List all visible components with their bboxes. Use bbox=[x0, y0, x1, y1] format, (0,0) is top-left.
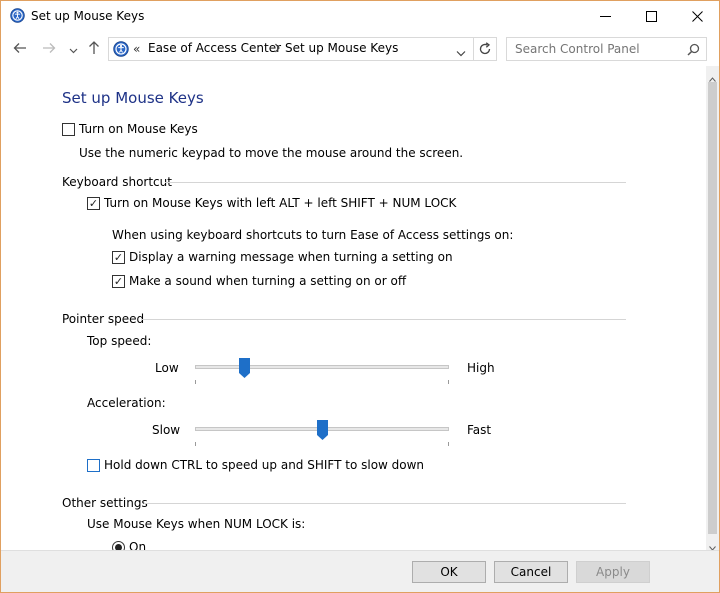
chevron-down-icon bbox=[456, 51, 466, 57]
cancel-button[interactable]: Cancel bbox=[494, 561, 568, 583]
breadcrumb-set-up-mouse-keys[interactable]: Set up Mouse Keys bbox=[285, 41, 398, 55]
search-icon[interactable] bbox=[687, 43, 700, 59]
back-button[interactable] bbox=[13, 41, 27, 58]
up-button[interactable] bbox=[87, 40, 101, 58]
recent-locations-button[interactable] bbox=[69, 44, 78, 58]
close-button[interactable] bbox=[674, 1, 720, 32]
turn-on-mouse-keys-checkbox[interactable] bbox=[62, 123, 75, 136]
address-divider bbox=[473, 38, 474, 60]
top-speed-thumb[interactable] bbox=[239, 358, 250, 378]
acceleration-slider[interactable] bbox=[195, 418, 449, 448]
top-speed-label: Top speed: bbox=[87, 334, 152, 348]
arrow-right-icon bbox=[43, 43, 56, 53]
breadcrumb-ease-of-access-center[interactable]: Ease of Access Center bbox=[148, 41, 281, 55]
close-icon bbox=[691, 11, 703, 22]
ctrl-shift-label[interactable]: Hold down CTRL to speed up and SHIFT to … bbox=[104, 458, 424, 472]
scrollbar-thumb[interactable] bbox=[708, 82, 717, 534]
pointer-speed-group-title: Pointer speed bbox=[62, 312, 145, 326]
ctrl-shift-checkbox[interactable] bbox=[87, 459, 100, 472]
arrow-left-icon bbox=[13, 43, 26, 53]
top-speed-min-label: Low bbox=[155, 361, 179, 375]
slider-tick bbox=[448, 442, 449, 446]
acceleration-max-label: Fast bbox=[467, 423, 492, 437]
acceleration-thumb[interactable] bbox=[317, 420, 328, 440]
maximize-icon bbox=[645, 11, 657, 22]
slider-tick bbox=[195, 442, 196, 446]
keyboard-shortcut-divider bbox=[165, 182, 626, 183]
slider-tick bbox=[448, 380, 449, 384]
pointer-speed-divider bbox=[141, 319, 626, 320]
numlock-on-radio[interactable] bbox=[112, 541, 125, 550]
ok-button[interactable]: OK bbox=[412, 561, 486, 583]
sound-checkbox[interactable]: ✓ bbox=[112, 275, 125, 288]
refresh-button[interactable] bbox=[478, 42, 492, 59]
numlock-on-label[interactable]: On bbox=[129, 540, 146, 550]
vertical-scrollbar[interactable] bbox=[706, 66, 719, 551]
forward-button[interactable] bbox=[42, 41, 56, 58]
ease-of-access-icon bbox=[113, 41, 129, 60]
address-bar[interactable]: « Ease of Access Center Set up Mouse Key… bbox=[108, 37, 497, 61]
title-bar: Set up Mouse Keys bbox=[1, 1, 719, 32]
arrow-up-icon bbox=[89, 41, 99, 54]
search-input[interactable] bbox=[515, 38, 685, 60]
slider-tick bbox=[195, 380, 196, 384]
sound-label[interactable]: Make a sound when turning a setting on o… bbox=[129, 274, 406, 288]
numlock-label: Use Mouse Keys when NUM LOCK is: bbox=[87, 517, 306, 531]
apply-button[interactable]: Apply bbox=[576, 561, 650, 583]
top-speed-track bbox=[195, 365, 449, 369]
acceleration-label: Acceleration: bbox=[87, 396, 166, 410]
shortcut-sub-heading: When using keyboard shortcuts to turn Ea… bbox=[112, 228, 514, 242]
content-pane: Set up Mouse Keys Turn on Mouse Keys Use… bbox=[1, 66, 706, 550]
mouse-keys-window: Set up Mouse Keys « Ease of Access Cente… bbox=[0, 0, 720, 593]
top-speed-max-label: High bbox=[467, 361, 495, 375]
acceleration-min-label: Slow bbox=[152, 423, 181, 437]
warning-message-label[interactable]: Display a warning message when turning a… bbox=[129, 250, 453, 264]
dialog-footer: OK Cancel Apply bbox=[1, 550, 719, 592]
keyboard-shortcut-group-title: Keyboard shortcut bbox=[62, 175, 172, 189]
turn-on-mouse-keys-label[interactable]: Turn on Mouse Keys bbox=[79, 122, 198, 136]
search-box bbox=[506, 37, 707, 61]
window-title: Set up Mouse Keys bbox=[31, 9, 145, 23]
refresh-icon bbox=[479, 42, 491, 55]
breadcrumb-chevron-icon bbox=[274, 42, 281, 57]
shortcut-checkbox[interactable]: ✓ bbox=[87, 197, 100, 210]
top-speed-slider[interactable] bbox=[195, 356, 449, 386]
minimize-button[interactable] bbox=[582, 1, 628, 32]
maximize-button[interactable] bbox=[628, 1, 674, 32]
chevron-down-icon bbox=[69, 48, 78, 54]
other-settings-divider bbox=[144, 503, 626, 504]
shortcut-label[interactable]: Turn on Mouse Keys with left ALT + left … bbox=[104, 196, 456, 210]
ease-of-access-icon bbox=[10, 8, 25, 26]
breadcrumb-overflow[interactable]: « bbox=[133, 42, 140, 56]
other-settings-group-title: Other settings bbox=[62, 496, 148, 510]
warning-message-checkbox[interactable]: ✓ bbox=[112, 251, 125, 264]
page-title: Set up Mouse Keys bbox=[62, 89, 204, 107]
address-dropdown-button[interactable] bbox=[456, 46, 466, 60]
minimize-icon bbox=[599, 16, 611, 17]
turn-on-mouse-keys-description: Use the numeric keypad to move the mouse… bbox=[79, 146, 464, 160]
